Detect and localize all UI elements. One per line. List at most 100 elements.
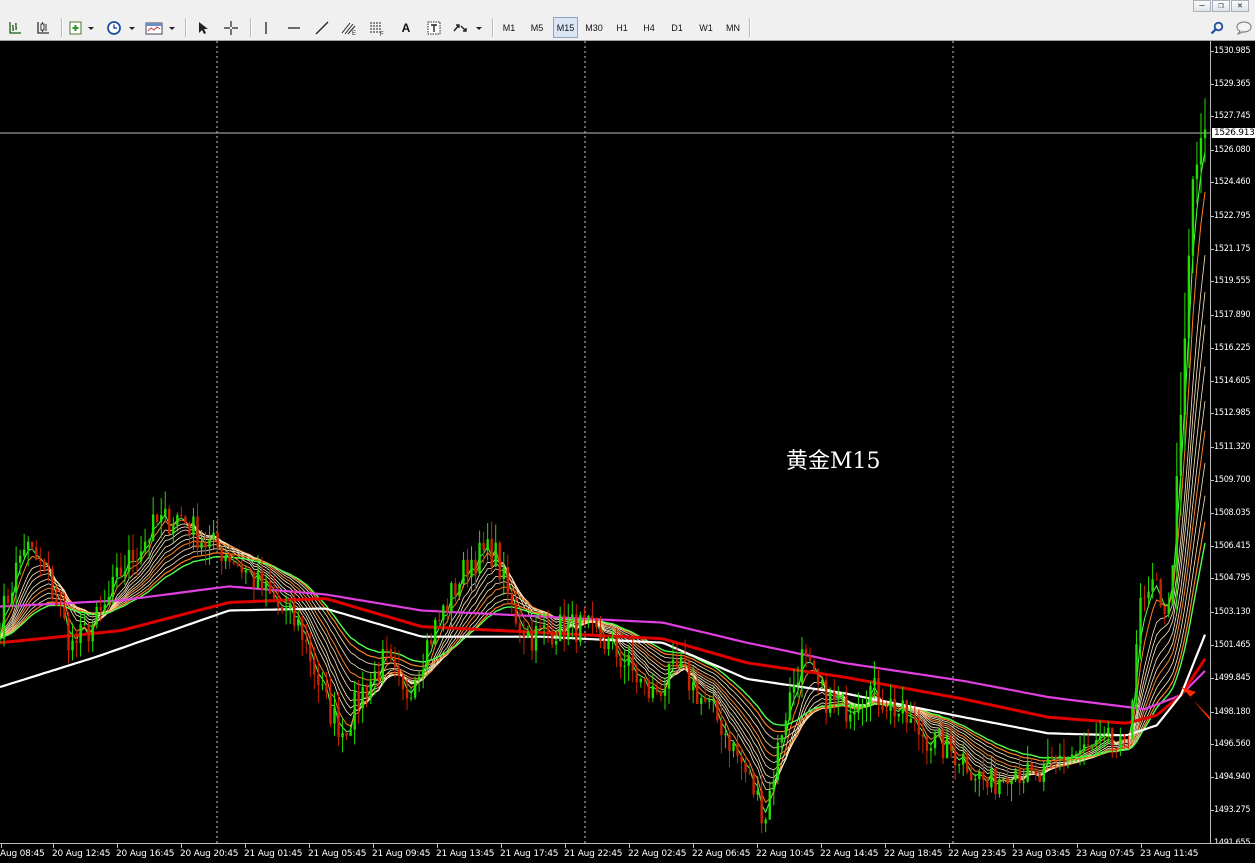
templates-icon[interactable] [143, 17, 177, 38]
candle [337, 692, 340, 746]
candle [71, 623, 74, 661]
time-label: 20 Aug 12:45 [52, 849, 111, 859]
candle [498, 540, 501, 585]
ma-ribbon-line [0, 401, 1206, 773]
candle [736, 730, 739, 764]
time-tick [373, 844, 374, 848]
candle [877, 667, 880, 717]
candle [317, 660, 320, 703]
timeframe-m1[interactable]: M1 [497, 17, 521, 38]
price-axis[interactable]: 1530.985 1529.365 1527.745 1526.080 1524.460… [1210, 41, 1255, 848]
horizontal-line-icon[interactable] [283, 17, 305, 38]
candle [397, 650, 401, 686]
candle [929, 741, 933, 764]
price-label: 1529.365 [1214, 78, 1251, 89]
candle [925, 735, 929, 765]
candle [309, 632, 312, 678]
clock-icon[interactable] [104, 17, 136, 38]
arrows-icon[interactable] [450, 17, 484, 38]
candle [91, 620, 94, 652]
candle [1038, 771, 1041, 783]
timeframe-m5[interactable]: M5 [525, 17, 549, 38]
toolbar-separator [492, 18, 494, 37]
time-tick [1013, 844, 1014, 848]
candle [506, 554, 509, 604]
timeframe-h4[interactable]: H4 [637, 17, 661, 38]
text-tool-icon[interactable]: A [395, 17, 417, 38]
search-icon[interactable] [1206, 17, 1228, 38]
candle [933, 730, 937, 756]
candle [1143, 585, 1146, 612]
candlestick-icon[interactable] [32, 17, 54, 38]
candle [784, 712, 788, 738]
candle [224, 543, 227, 570]
candle [115, 553, 119, 589]
time-label: 21 Aug 01:45 [244, 849, 303, 859]
candle [434, 617, 437, 646]
add-indicator-icon[interactable] [67, 17, 97, 38]
time-tick [181, 844, 182, 848]
price-label: 1503.130 [1214, 606, 1251, 617]
trendline-icon[interactable] [311, 17, 333, 38]
candle [893, 686, 896, 728]
candle [1151, 562, 1154, 599]
candle [478, 530, 481, 577]
minimize-button[interactable]: – [1193, 0, 1211, 12]
time-label: 20 Aug 16:45 [116, 849, 175, 859]
candle [31, 541, 34, 550]
svg-text:E: E [352, 31, 356, 36]
candle [1111, 727, 1114, 759]
timeframe-m30[interactable]: M30 [581, 17, 607, 38]
cursor-icon[interactable] [191, 17, 213, 38]
candle [329, 677, 332, 727]
time-label: 22 Aug 10:45 [756, 849, 815, 859]
time-tick [565, 844, 566, 848]
price-label: 1524.460 [1214, 177, 1251, 188]
candle [966, 751, 969, 775]
candle [494, 524, 497, 568]
bar-chart-icon[interactable] [4, 17, 26, 38]
candle [192, 508, 195, 550]
crosshair-icon[interactable] [220, 17, 242, 38]
close-button[interactable]: ✕ [1231, 0, 1249, 12]
fibonacci-icon[interactable]: F [366, 17, 388, 38]
time-axis[interactable]: Aug 08:45 20 Aug 12:45 20 Aug 16:45 20 Aug … [0, 843, 1255, 863]
time-tick [117, 844, 118, 848]
candle [567, 603, 570, 646]
candle [430, 633, 433, 647]
candle [67, 612, 70, 664]
candle [861, 698, 864, 726]
timeframe-m15[interactable]: M15 [553, 17, 578, 38]
timeframe-w1[interactable]: W1 [694, 17, 718, 38]
candle [647, 678, 651, 703]
candle [1203, 98, 1207, 163]
candle [526, 625, 530, 638]
timeframe-d1[interactable]: D1 [665, 17, 689, 38]
candle [953, 736, 957, 781]
annotation-arrow [1181, 687, 1210, 721]
candle [184, 515, 187, 525]
vertical-line-icon[interactable] [255, 17, 277, 38]
candle [829, 687, 832, 718]
chat-icon[interactable] [1233, 17, 1255, 38]
candle [728, 730, 731, 768]
time-label: 23 Aug 11:45 [1140, 849, 1199, 859]
candle [1195, 141, 1199, 205]
candle [119, 553, 123, 578]
candle [1155, 572, 1158, 581]
candle [776, 734, 780, 785]
price-chart[interactable]: 黄金M15 [0, 41, 1210, 843]
timeframe-h1[interactable]: H1 [610, 17, 634, 38]
time-tick [821, 844, 822, 848]
timeframe-mn[interactable]: MN [721, 17, 745, 38]
time-label: 21 Aug 22:45 [564, 849, 623, 859]
candle [901, 686, 904, 724]
candle [486, 523, 489, 561]
candle [957, 763, 961, 774]
text-label-icon[interactable] [423, 17, 445, 38]
pitchfork-icon[interactable]: E [338, 17, 360, 38]
candle [1099, 720, 1102, 756]
restore-button[interactable]: ❐ [1212, 0, 1230, 12]
candle [518, 608, 522, 644]
candle [458, 581, 461, 600]
